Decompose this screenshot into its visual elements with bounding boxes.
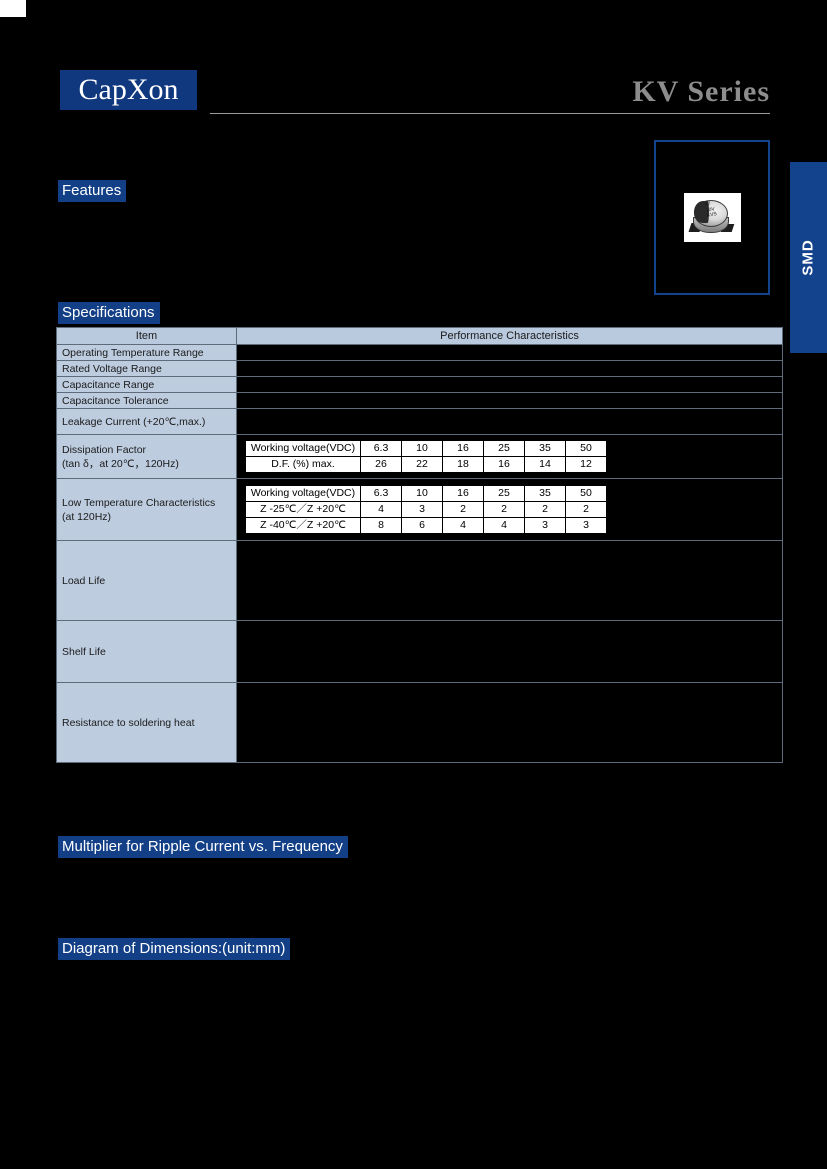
corner-notch: [0, 0, 26, 17]
spec-item-shelf-life: Shelf Life: [56, 620, 237, 683]
table-row: D.F. (%) max. 26 22 18 16 14 12: [245, 456, 607, 473]
spec-item-low-temperature-line2: (at 120Hz): [62, 510, 112, 523]
lt-row0-value2: 16: [442, 485, 484, 502]
section-heading-features: Features: [58, 180, 127, 202]
lt-row2-value0: 8: [360, 517, 402, 534]
lt-row2-value2: 4: [442, 517, 484, 534]
lt-row2-value5: 3: [565, 517, 607, 534]
lt-row0-label: Working voltage(VDC): [245, 485, 361, 502]
spec-value-load-life: [236, 540, 783, 621]
table-row: Z -25℃／Z +20℃ 4 3 2 2 2 2: [245, 501, 607, 518]
smd-capacitor-photo: 47 10V KVS: [683, 193, 741, 242]
lt-row1-value1: 3: [401, 501, 443, 518]
smd-side-tab[interactable]: SMD: [790, 162, 827, 353]
spec-value-capacitance-range: [236, 376, 783, 393]
spec-item-capacitance-range: Capacitance Range: [56, 376, 237, 393]
spec-item-rated-voltage-range: Rated Voltage Range: [56, 360, 237, 377]
lt-row1-value4: 2: [524, 501, 566, 518]
table-row: Working voltage(VDC) 6.3 10 16 25 35 50: [245, 440, 607, 457]
lt-row0-value4: 35: [524, 485, 566, 502]
df-row1-value3: 16: [483, 456, 525, 473]
spec-item-operating-temperature-range: Operating Temperature Range: [56, 344, 237, 361]
lt-row1-value3: 2: [483, 501, 525, 518]
lt-row2-value1: 6: [401, 517, 443, 534]
df-row1-value4: 14: [524, 456, 566, 473]
df-row0-value2: 16: [442, 440, 484, 457]
lt-row1-value5: 2: [565, 501, 607, 518]
spec-value-dissipation-factor: Working voltage(VDC) 6.3 10 16 25 35 50 …: [236, 434, 783, 479]
spec-item-dissipation-factor-line2: (tan δ，at 20℃，120Hz): [62, 457, 179, 470]
dissipation-factor-data-table: Working voltage(VDC) 6.3 10 16 25 35 50 …: [245, 440, 607, 473]
section-heading-diagram: Diagram of Dimensions:(unit:mm): [58, 938, 291, 960]
product-image-box: 47 10V KVS: [654, 140, 770, 295]
lt-row1-label: Z -25℃／Z +20℃: [245, 501, 361, 518]
spec-value-leakage-current: [236, 408, 783, 435]
table-row: Resistance to soldering heat: [56, 682, 783, 763]
df-row1-value2: 18: [442, 456, 484, 473]
column-header-performance: Performance Characteristics: [236, 327, 783, 345]
logo-text: CapXon: [78, 73, 179, 106]
table-row: Operating Temperature Range: [56, 344, 783, 361]
spec-item-low-temperature-characteristics: Low Temperature Characteristics (at 120H…: [56, 478, 237, 541]
lt-row2-value3: 4: [483, 517, 525, 534]
df-row0-value5: 50: [565, 440, 607, 457]
page-title: KV Series: [632, 75, 770, 108]
spec-value-rated-voltage-range: [236, 360, 783, 377]
lt-row2-value4: 3: [524, 517, 566, 534]
df-row0-value4: 35: [524, 440, 566, 457]
spec-value-operating-temperature-range: [236, 344, 783, 361]
spec-item-load-life: Load Life: [56, 540, 237, 621]
table-row: Z -40℃／Z +20℃ 8 6 4 4 3 3: [245, 517, 607, 534]
capxon-logo: CapXon: [60, 70, 197, 110]
df-row1-label: D.F. (%) max.: [245, 456, 361, 473]
df-row0-value3: 25: [483, 440, 525, 457]
spec-value-shelf-life: [236, 620, 783, 683]
spec-value-capacitance-tolerance: [236, 392, 783, 409]
spec-item-dissipation-factor-line1: Dissipation Factor: [62, 443, 147, 456]
section-heading-multiplier: Multiplier for Ripple Current vs. Freque…: [58, 836, 348, 858]
df-row1-value1: 22: [401, 456, 443, 473]
smd-side-tab-label: SMD: [800, 239, 817, 276]
specifications-table: Item Performance Characteristics Operati…: [56, 327, 783, 763]
table-row: Low Temperature Characteristics (at 120H…: [56, 478, 783, 541]
spec-item-leakage-current: Leakage Current (+20℃,max.): [56, 408, 237, 435]
lt-row1-value2: 2: [442, 501, 484, 518]
spec-item-low-temperature-line1: Low Temperature Characteristics: [62, 496, 216, 509]
table-header-row: Item Performance Characteristics: [56, 327, 783, 345]
spec-item-dissipation-factor: Dissipation Factor (tan δ，at 20℃，120Hz): [56, 434, 237, 479]
lt-row0-value0: 6.3: [360, 485, 402, 502]
spec-value-resistance-to-soldering-heat: [236, 682, 783, 763]
table-row: Capacitance Tolerance: [56, 392, 783, 409]
table-row: Leakage Current (+20℃,max.): [56, 408, 783, 435]
df-row0-value0: 6.3: [360, 440, 402, 457]
spec-item-capacitance-tolerance: Capacitance Tolerance: [56, 392, 237, 409]
df-row0-value1: 10: [401, 440, 443, 457]
table-row: Load Life: [56, 540, 783, 621]
df-row1-value5: 12: [565, 456, 607, 473]
table-row: Working voltage(VDC) 6.3 10 16 25 35 50: [245, 485, 607, 502]
df-row1-value0: 26: [360, 456, 402, 473]
table-row: Shelf Life: [56, 620, 783, 683]
lt-row0-value1: 10: [401, 485, 443, 502]
capacitor-marking-line3: KVS: [705, 211, 717, 219]
lt-row1-value0: 4: [360, 501, 402, 518]
table-row: Dissipation Factor (tan δ，at 20℃，120Hz) …: [56, 434, 783, 479]
lt-row0-value5: 50: [565, 485, 607, 502]
spec-item-resistance-to-soldering-heat: Resistance to soldering heat: [56, 682, 237, 763]
table-row: Rated Voltage Range: [56, 360, 783, 377]
lt-row2-label: Z -40℃／Z +20℃: [245, 517, 361, 534]
table-row: Capacitance Range: [56, 376, 783, 393]
df-row0-label: Working voltage(VDC): [245, 440, 361, 457]
column-header-item: Item: [56, 327, 237, 345]
section-heading-specifications: Specifications: [58, 302, 160, 324]
low-temperature-data-table: Working voltage(VDC) 6.3 10 16 25 35 50 …: [245, 485, 607, 534]
header-divider: [210, 113, 770, 114]
spec-value-low-temperature-characteristics: Working voltage(VDC) 6.3 10 16 25 35 50 …: [236, 478, 783, 541]
lt-row0-value3: 25: [483, 485, 525, 502]
